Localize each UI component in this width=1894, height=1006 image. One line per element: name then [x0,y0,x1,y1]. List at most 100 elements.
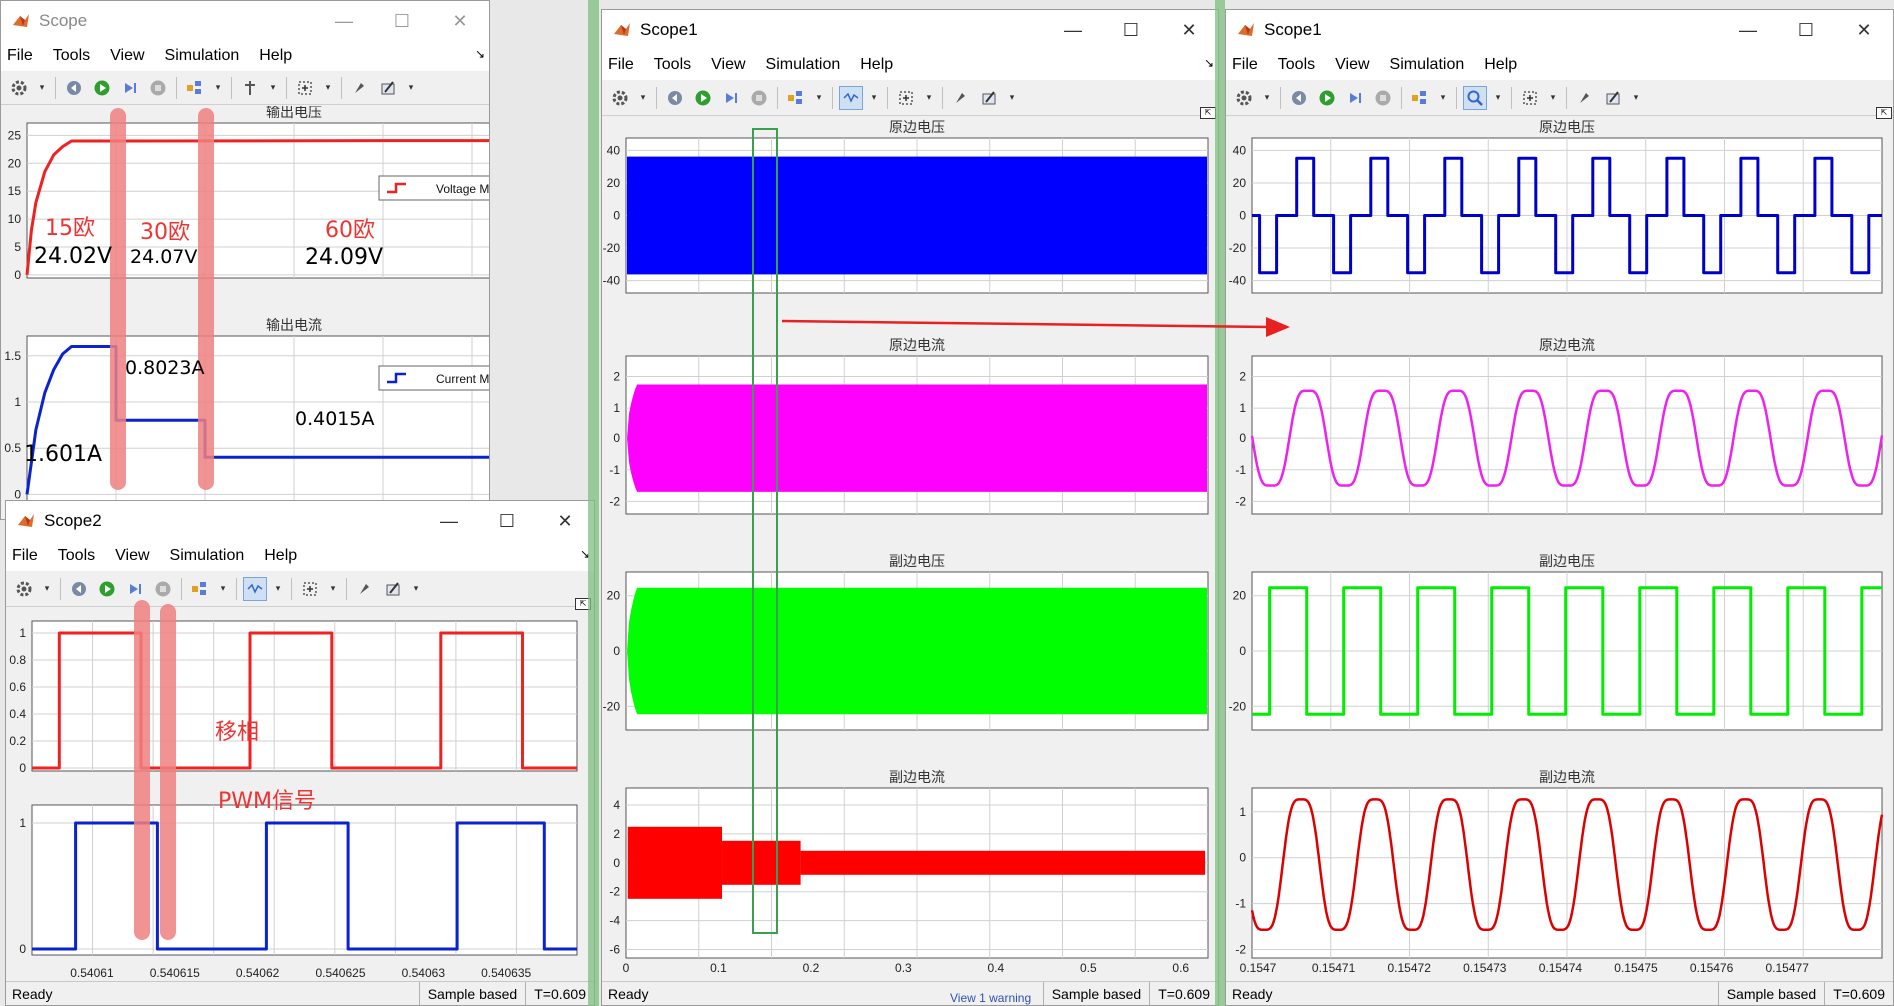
menu-tools[interactable]: Tools [58,547,95,565]
zoom-in-icon[interactable] [1463,85,1487,110]
menu-file[interactable]: File [7,47,33,65]
run-icon[interactable] [691,86,715,110]
edit-properties-icon[interactable] [376,76,400,100]
settings-gear-icon[interactable] [12,577,36,601]
style-icon[interactable] [353,577,377,601]
triggers-icon[interactable] [839,85,863,110]
chevron-down-icon[interactable]: ▾ [1629,86,1643,110]
chevron-down-icon[interactable]: ▾ [35,76,49,100]
menu-help[interactable]: Help [1484,56,1517,74]
step-back-icon[interactable] [663,86,687,110]
menu-tools[interactable]: Tools [654,56,691,74]
chevron-down-icon[interactable]: ▾ [409,577,423,601]
menu-view[interactable]: View [1335,56,1369,74]
edit-properties-icon[interactable] [381,577,405,601]
settings-gear-icon[interactable] [608,86,632,110]
zoom-fit-icon[interactable] [298,577,322,601]
scope1-titlebar[interactable]: Scope1 — ☐ ✕ [602,10,1218,50]
chevron-down-icon[interactable]: ▾ [404,76,418,100]
menu-tools[interactable]: Tools [53,47,90,65]
menu-view[interactable]: View [115,547,149,565]
zoom-fit-icon[interactable] [293,76,317,100]
stop-icon[interactable] [1371,86,1395,110]
edit-properties-icon[interactable] [1601,86,1625,110]
scope2-titlebar[interactable]: Scope2 — ☐ ✕ [6,501,594,541]
stop-icon[interactable] [151,577,175,601]
step-forward-icon[interactable] [118,76,142,100]
menu-simulation[interactable]: Simulation [1390,56,1465,74]
chevron-down-icon[interactable]: ▾ [812,86,826,110]
menu-view[interactable]: View [711,56,745,74]
chevron-down-icon[interactable]: ▾ [321,76,335,100]
minimize-icon[interactable]: — [1719,10,1777,50]
x-tick-label: 0.15473 [1463,961,1507,975]
edit-properties-icon[interactable] [977,86,1001,110]
menu-simulation[interactable]: Simulation [170,547,245,565]
zoom-fit-icon[interactable] [894,86,918,110]
chevron-down-icon[interactable]: ▾ [1436,86,1450,110]
maximize-icon[interactable]: ☐ [478,501,536,541]
close-icon[interactable]: ✕ [536,501,594,541]
style-icon[interactable] [348,76,372,100]
minimize-icon[interactable]: — [1044,10,1102,50]
highlight-block-icon[interactable] [784,86,808,110]
scope1-zoom-titlebar[interactable]: Scope1 — ☐ ✕ [1226,10,1893,50]
step-back-icon[interactable] [67,577,91,601]
style-icon[interactable] [949,86,973,110]
settings-gear-icon[interactable] [7,76,31,100]
highlight-block-icon[interactable] [1408,86,1432,110]
step-forward-icon[interactable] [719,86,743,110]
step-forward-icon[interactable] [1343,86,1367,110]
style-icon[interactable] [1573,86,1597,110]
close-icon[interactable]: ✕ [1835,10,1893,50]
maximize-icon[interactable]: ☐ [373,1,431,41]
scope-titlebar[interactable]: Scope — ☐ ✕ [1,1,489,41]
highlight-block-icon[interactable] [188,577,212,601]
menu-file[interactable]: File [12,547,38,565]
chevron-down-icon[interactable]: ▾ [271,577,285,601]
chevron-down-icon[interactable]: ▾ [266,76,280,100]
highlight-block-icon[interactable] [183,76,207,100]
stop-icon[interactable] [747,86,771,110]
chevron-down-icon[interactable]: ▾ [1491,86,1505,110]
chevron-down-icon[interactable]: ▾ [1005,86,1019,110]
pin-icon[interactable]: ↘ [475,47,485,61]
chevron-down-icon[interactable]: ▾ [922,86,936,110]
menu-simulation[interactable]: Simulation [766,56,841,74]
chevron-down-icon[interactable]: ▾ [867,86,881,110]
menu-file[interactable]: File [1232,56,1258,74]
menu-tools[interactable]: Tools [1278,56,1315,74]
minimize-icon[interactable]: — [315,1,373,41]
chevron-down-icon[interactable]: ▾ [40,577,54,601]
zoom-fit-icon[interactable] [1518,86,1542,110]
menu-help[interactable]: Help [264,547,297,565]
maximize-icon[interactable]: ☐ [1102,10,1160,50]
menu-view[interactable]: View [110,47,144,65]
stop-icon[interactable] [146,76,170,100]
menu-help[interactable]: Help [259,47,292,65]
settings-gear-icon[interactable] [1232,86,1256,110]
step-back-icon[interactable] [1287,86,1311,110]
run-icon[interactable] [90,76,114,100]
chevron-down-icon[interactable]: ▾ [1546,86,1560,110]
pin-icon[interactable]: ↘ [1204,56,1214,70]
close-icon[interactable]: ✕ [431,1,489,41]
minimize-icon[interactable]: — [420,501,478,541]
step-back-icon[interactable] [62,76,86,100]
maximize-icon[interactable]: ☐ [1777,10,1835,50]
close-icon[interactable]: ✕ [1160,10,1218,50]
menu-help[interactable]: Help [860,56,893,74]
menu-simulation[interactable]: Simulation [165,47,240,65]
y-tick-label: 2 [613,370,620,384]
run-icon[interactable] [95,577,119,601]
chevron-down-icon[interactable]: ▾ [326,577,340,601]
step-forward-icon[interactable] [123,577,147,601]
run-icon[interactable] [1315,86,1339,110]
chevron-down-icon[interactable]: ▾ [211,76,225,100]
chevron-down-icon[interactable]: ▾ [216,577,230,601]
chevron-down-icon[interactable]: ▾ [636,86,650,110]
cursor-measure-icon[interactable] [238,76,262,100]
triggers-icon[interactable] [243,576,267,601]
chevron-down-icon[interactable]: ▾ [1260,86,1274,110]
menu-file[interactable]: File [608,56,634,74]
